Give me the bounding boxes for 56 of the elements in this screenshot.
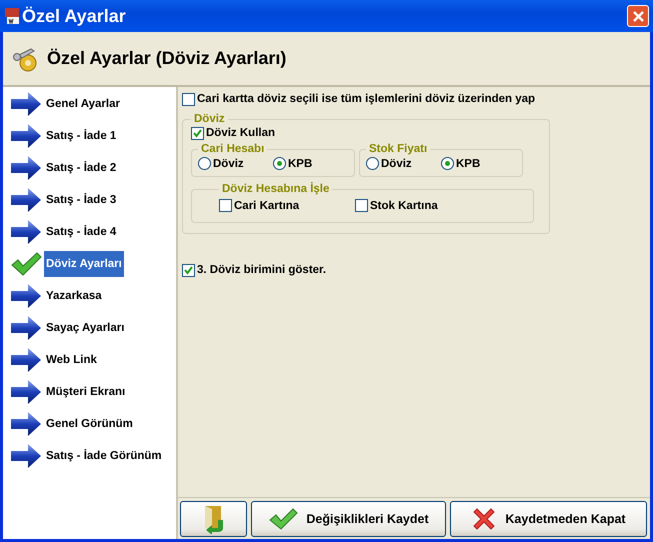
save-button[interactable]: Değişiklikleri Kaydet [251, 501, 446, 537]
sidebar-item[interactable]: Yazarkasa [44, 283, 104, 309]
close-without-saving-button[interactable]: Kaydetmeden Kapat [450, 501, 647, 537]
arrow-icon [10, 123, 42, 149]
group-title: Stok Fiyatı [368, 143, 428, 155]
sidebar-item[interactable]: Genel Görünüm [44, 411, 135, 437]
checkmark-icon [268, 507, 298, 531]
checkbox[interactable] [355, 199, 368, 212]
arrow-icon [10, 283, 42, 309]
arrow-icon [10, 219, 42, 245]
sidebar-item[interactable]: Müşteri Ekranı [44, 379, 128, 405]
sidebar-item[interactable]: Satış - İade 1 [44, 123, 118, 149]
sidebar-item[interactable]: Döviz Ayarları [44, 251, 124, 277]
sidebar-item[interactable]: Satış - İade Görünüm [44, 443, 164, 469]
checkbox-label: Döviz Kullan [206, 127, 276, 139]
radio-button[interactable] [198, 157, 211, 170]
checkmark-icon [10, 251, 42, 277]
group-title: Döviz Hesabına İşle [221, 183, 330, 195]
group-title: Cari Hesabı [200, 143, 266, 155]
radio-label: KPB [288, 158, 312, 170]
sidebar-item[interactable]: Satış - İade 2 [44, 155, 118, 181]
checkbox[interactable] [182, 264, 195, 276]
app-icon [4, 7, 20, 25]
checkbox-label: Cari Kartına [234, 200, 300, 212]
radio-label: Döviz [381, 158, 412, 170]
checkbox[interactable] [182, 92, 195, 106]
arrow-icon [10, 379, 42, 405]
page-title: Özel Ayarlar (Döviz Ayarları) [47, 48, 286, 69]
arrow-icon [10, 443, 42, 469]
radio-label: Döviz [213, 158, 244, 170]
radio-button[interactable] [273, 157, 286, 170]
sidebar-item[interactable]: Web Link [44, 347, 99, 373]
arrow-icon [10, 411, 42, 437]
checkbox-label: Cari kartta döviz seçili ise tüm işlemlerini döviz üzerinden yap [197, 93, 536, 105]
arrow-icon [10, 187, 42, 213]
arrow-icon [10, 347, 42, 373]
cross-icon [471, 506, 498, 532]
window-title: Özel Ayarlar [22, 6, 127, 26]
exit-button[interactable] [180, 501, 247, 537]
close-icon [632, 10, 644, 22]
close-button[interactable] [627, 5, 649, 27]
sidebar-item[interactable]: Genel Ayarlar [44, 91, 122, 117]
radio-label: KPB [456, 158, 480, 170]
sidebar-item[interactable]: Satış - İade 4 [44, 219, 118, 245]
arrow-icon [10, 155, 42, 181]
arrow-icon [10, 315, 42, 341]
group-title: Döviz [193, 113, 226, 125]
checkbox-label: 3. Döviz birimini göster. [197, 264, 326, 276]
sidebar-item[interactable]: Satış - İade 3 [44, 187, 118, 213]
checkbox[interactable] [191, 126, 204, 140]
checkbox[interactable] [219, 199, 232, 212]
arrow-icon [10, 91, 42, 117]
checkbox-label: Stok Kartına [370, 200, 438, 212]
sidebar-item[interactable]: Sayaç Ayarları [44, 315, 126, 341]
radio-button[interactable] [366, 157, 379, 170]
radio-button[interactable] [441, 157, 454, 170]
